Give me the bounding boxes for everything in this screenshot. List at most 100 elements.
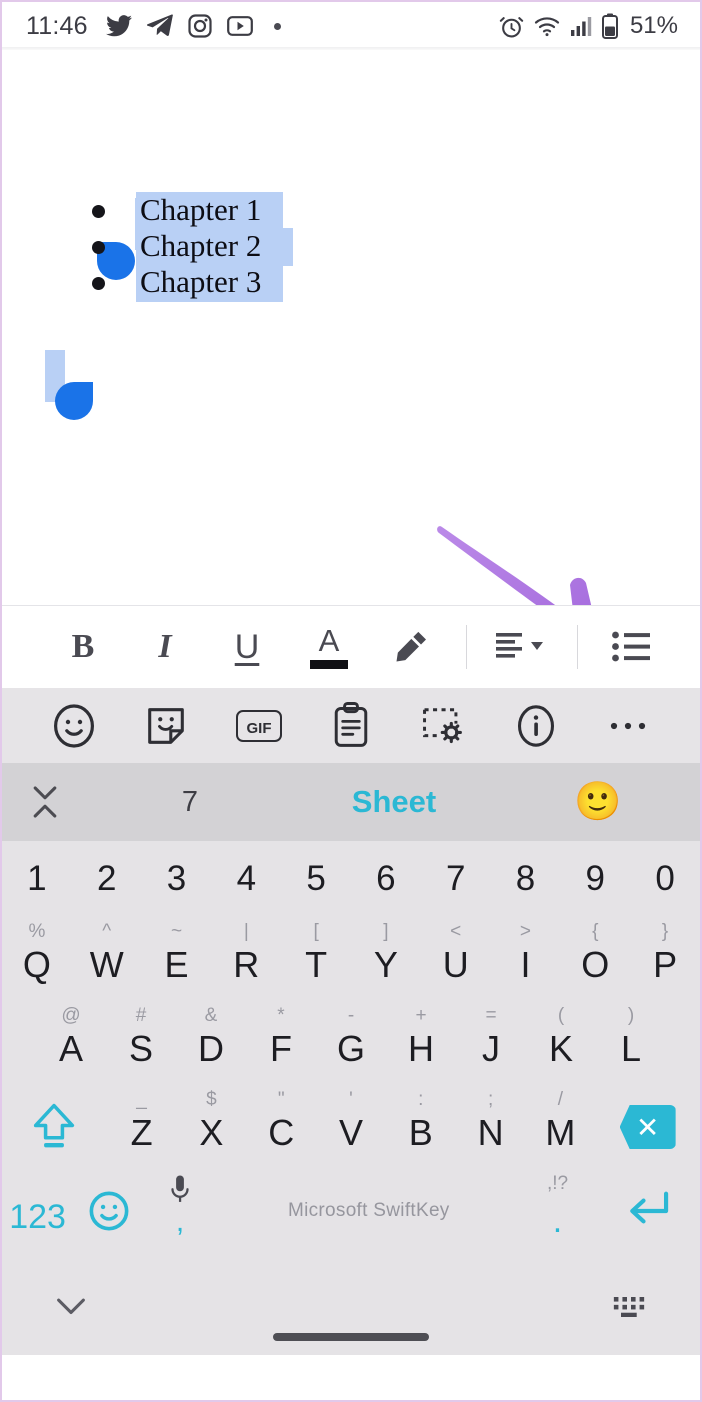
key-4[interactable]: 4 — [211, 841, 281, 917]
microphone-icon — [169, 1171, 191, 1213]
key-m[interactable]: / M — [525, 1085, 595, 1169]
notification-dot-icon — [273, 22, 281, 30]
key-j[interactable]: = J — [456, 1001, 526, 1085]
comma-key[interactable]: , — [144, 1169, 215, 1253]
key-p[interactable]: } P — [630, 917, 700, 1001]
key-1[interactable]: 1 — [2, 841, 72, 917]
key-0[interactable]: 0 — [630, 841, 700, 917]
prediction-candidate-2[interactable]: Sheet — [292, 784, 496, 820]
keyboard-number-row: 1 2 3 4 5 6 7 8 9 0 — [2, 841, 700, 917]
shift-key[interactable] — [2, 1085, 107, 1169]
key-o[interactable]: {O — [560, 917, 630, 1001]
key-c[interactable]: " C — [246, 1085, 316, 1169]
prediction-candidate-1[interactable]: 7 — [88, 786, 292, 819]
stickers-settings-icon[interactable] — [412, 695, 474, 757]
text-color-button[interactable]: A — [288, 606, 370, 689]
more-icon[interactable] — [597, 695, 659, 757]
bullet-icon — [92, 240, 105, 254]
clipboard-icon[interactable] — [320, 695, 382, 757]
home-gesture-pill[interactable] — [273, 1333, 429, 1341]
battery-percentage: 51% — [629, 12, 678, 39]
format-toolbar: B I U A — [2, 605, 700, 688]
underline-button[interactable]: U — [206, 606, 288, 689]
key-y[interactable]: ] Y — [351, 917, 421, 1001]
key-n[interactable]: ; N — [456, 1085, 526, 1169]
period-key[interactable]: ,!? . — [522, 1169, 593, 1253]
italic-button[interactable]: I — [124, 606, 206, 689]
keyboard-toolbar: GIF — [2, 688, 700, 763]
list-item[interactable]: Chapter 1 — [74, 192, 404, 230]
key-l[interactable]: ) L — [596, 1001, 666, 1085]
italic-label: I — [158, 628, 172, 665]
align-button[interactable] — [481, 606, 563, 689]
bullet-list-button[interactable] — [592, 606, 674, 689]
bold-button[interactable]: B — [42, 606, 124, 689]
highlight-button[interactable] — [370, 606, 452, 689]
key-5[interactable]: 5 — [281, 841, 351, 917]
document-bullet-list[interactable]: Chapter 1 Chapter 2 Chapter 3 — [74, 192, 404, 302]
info-icon[interactable] — [505, 695, 567, 757]
bullet-icon — [92, 276, 105, 290]
key-k[interactable]: (K — [526, 1001, 596, 1085]
key-g[interactable]: -G — [316, 1001, 386, 1085]
toolbar-divider — [577, 625, 578, 669]
align-left-icon — [496, 629, 548, 665]
backspace-key[interactable]: ✕ — [595, 1085, 700, 1169]
emoji-icon[interactable] — [43, 695, 105, 757]
list-item[interactable]: Chapter 3 — [74, 264, 404, 302]
key-2[interactable]: 2 — [72, 841, 142, 917]
emoji-key[interactable] — [73, 1169, 144, 1253]
gif-icon[interactable]: GIF — [228, 695, 290, 757]
list-item[interactable]: Chapter 2 — [74, 228, 404, 266]
twitter-icon — [105, 15, 132, 37]
bullet-list-icon — [612, 630, 654, 664]
collapse-toolbar-icon[interactable] — [2, 763, 88, 841]
key-i[interactable]: > I — [491, 917, 561, 1001]
key-f[interactable]: * F — [246, 1001, 316, 1085]
underline-label: U — [234, 628, 260, 666]
key-t[interactable]: [T — [281, 917, 351, 1001]
svg-text:GIF: GIF — [246, 720, 271, 737]
navigation-bar — [2, 1259, 700, 1355]
key-u[interactable]: < U — [421, 917, 491, 1001]
prediction-candidate-3[interactable]: 🙂 — [496, 783, 700, 821]
key-3[interactable]: 3 — [142, 841, 212, 917]
key-q[interactable]: % Q — [2, 917, 72, 1001]
keyboard-qwerty-row: % Q ^ W ~ E | R [T ] Y < U > I {O } P — [2, 917, 700, 1001]
instagram-icon — [188, 14, 212, 38]
space-key[interactable]: Microsoft SwiftKey — [216, 1169, 522, 1253]
bullet-icon — [92, 204, 105, 218]
key-r[interactable]: | R — [211, 917, 281, 1001]
key-e[interactable]: ~ E — [142, 917, 212, 1001]
key-z[interactable]: _ Z — [107, 1085, 177, 1169]
enter-key[interactable] — [593, 1169, 700, 1253]
period-label: . — [552, 1201, 563, 1240]
keyboard-space-row: 123 , Microsoft SwiftKey ,!? . — [2, 1169, 700, 1253]
key-d[interactable]: & D — [176, 1001, 246, 1085]
telegram-icon — [146, 14, 173, 38]
key-7[interactable]: 7 — [421, 841, 491, 917]
sticker-icon[interactable] — [135, 695, 197, 757]
selection-handle-end[interactable] — [55, 382, 93, 420]
key-v[interactable]: ' V — [316, 1085, 386, 1169]
swiftkey-keyboard: 1 2 3 4 5 6 7 8 9 0 % Q ^ W ~ E | R [T ] Y < U… — [2, 841, 700, 1259]
toolbar-divider — [466, 625, 467, 669]
key-h[interactable]: + H — [386, 1001, 456, 1085]
status-bar-system-icons: 51% — [499, 12, 678, 40]
prediction-bar: 7 Sheet 🙂 — [2, 763, 700, 841]
numeric-mode-key[interactable]: 123 — [2, 1169, 73, 1253]
status-bar: 11:46 51% — [2, 2, 700, 50]
key-6[interactable]: 6 — [351, 841, 421, 917]
key-w[interactable]: ^ W — [72, 917, 142, 1001]
key-8[interactable]: 8 — [491, 841, 561, 917]
hide-keyboard-chevron-down-icon[interactable] — [46, 1282, 96, 1332]
key-x[interactable]: $ X — [177, 1085, 247, 1169]
keyboard-switch-icon[interactable] — [606, 1285, 656, 1329]
key-a[interactable]: @ A — [36, 1001, 106, 1085]
document-canvas[interactable]: Chapter 1 Chapter 2 Chapter 3 — [2, 50, 700, 652]
key-b[interactable]: :B — [386, 1085, 456, 1169]
text-color-swatch — [310, 660, 348, 669]
key-s[interactable]: # S — [106, 1001, 176, 1085]
alarm-icon — [499, 14, 524, 39]
key-9[interactable]: 9 — [560, 841, 630, 917]
